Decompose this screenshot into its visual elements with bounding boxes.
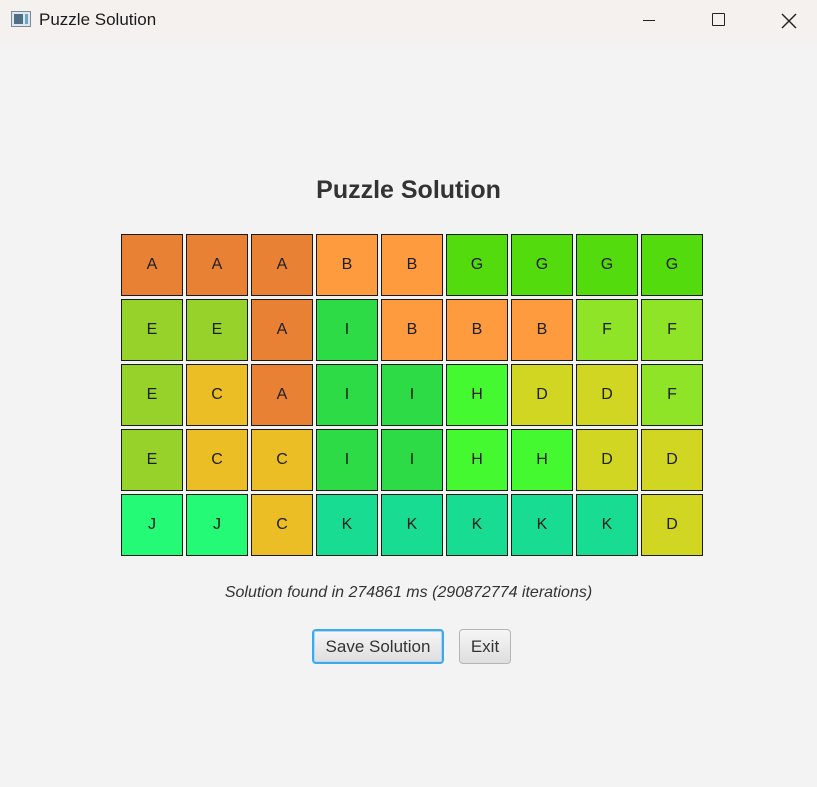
puzzle-cell: G: [641, 234, 703, 296]
puzzle-cell: I: [316, 299, 378, 361]
puzzle-cell: F: [641, 299, 703, 361]
puzzle-cell: B: [446, 299, 508, 361]
puzzle-cell: D: [576, 364, 638, 426]
puzzle-cell: J: [121, 494, 183, 556]
puzzle-cell: A: [251, 299, 313, 361]
puzzle-cell: D: [576, 429, 638, 491]
window-title: Puzzle Solution: [39, 10, 157, 29]
puzzle-cell: D: [641, 429, 703, 491]
solution-status: Solution found in 274861 ms (290872774 i…: [224, 584, 593, 601]
puzzle-cell: B: [316, 234, 378, 296]
close-button[interactable]: [754, 0, 817, 42]
puzzle-cell: C: [186, 364, 248, 426]
puzzle-cell: D: [641, 494, 703, 556]
puzzle-cell: H: [511, 429, 573, 491]
page-title: Puzzle Solution: [316, 176, 501, 204]
puzzle-cell: F: [641, 364, 703, 426]
puzzle-cell: I: [316, 364, 378, 426]
puzzle-cell: I: [381, 429, 443, 491]
minimize-button[interactable]: [614, 0, 684, 42]
app-icon: [11, 11, 31, 27]
puzzle-cell: B: [381, 234, 443, 296]
puzzle-cell: G: [446, 234, 508, 296]
puzzle-cell: K: [576, 494, 638, 556]
puzzle-cell: K: [316, 494, 378, 556]
puzzle-cell: H: [446, 429, 508, 491]
puzzle-cell: C: [186, 429, 248, 491]
puzzle-cell: H: [446, 364, 508, 426]
exit-button[interactable]: Exit: [459, 629, 511, 664]
puzzle-cell: D: [511, 364, 573, 426]
puzzle-cell: C: [251, 494, 313, 556]
puzzle-cell: K: [446, 494, 508, 556]
maximize-button[interactable]: [684, 0, 754, 42]
puzzle-cell: B: [511, 299, 573, 361]
puzzle-grid: AAABBGGGGEEAIBBBFFECAIIHDDFECCIIHHDDJJCK…: [121, 234, 703, 556]
puzzle-cell: B: [381, 299, 443, 361]
close-icon: [781, 13, 797, 29]
puzzle-cell: F: [576, 299, 638, 361]
puzzle-cell: J: [186, 494, 248, 556]
puzzle-cell: A: [186, 234, 248, 296]
puzzle-cell: K: [511, 494, 573, 556]
puzzle-cell: A: [121, 234, 183, 296]
puzzle-cell: E: [121, 429, 183, 491]
puzzle-cell: K: [381, 494, 443, 556]
puzzle-cell: E: [186, 299, 248, 361]
puzzle-cell: I: [381, 364, 443, 426]
save-solution-button[interactable]: Save Solution: [312, 629, 444, 664]
puzzle-cell: E: [121, 364, 183, 426]
puzzle-cell: G: [576, 234, 638, 296]
puzzle-cell: C: [251, 429, 313, 491]
puzzle-cell: E: [121, 299, 183, 361]
title-bar[interactable]: Puzzle Solution: [0, 0, 817, 42]
puzzle-cell: A: [251, 234, 313, 296]
puzzle-cell: A: [251, 364, 313, 426]
puzzle-cell: G: [511, 234, 573, 296]
application-window: Puzzle Solution Puzzle Solution AAABBGGG…: [0, 0, 817, 787]
puzzle-cell: I: [316, 429, 378, 491]
